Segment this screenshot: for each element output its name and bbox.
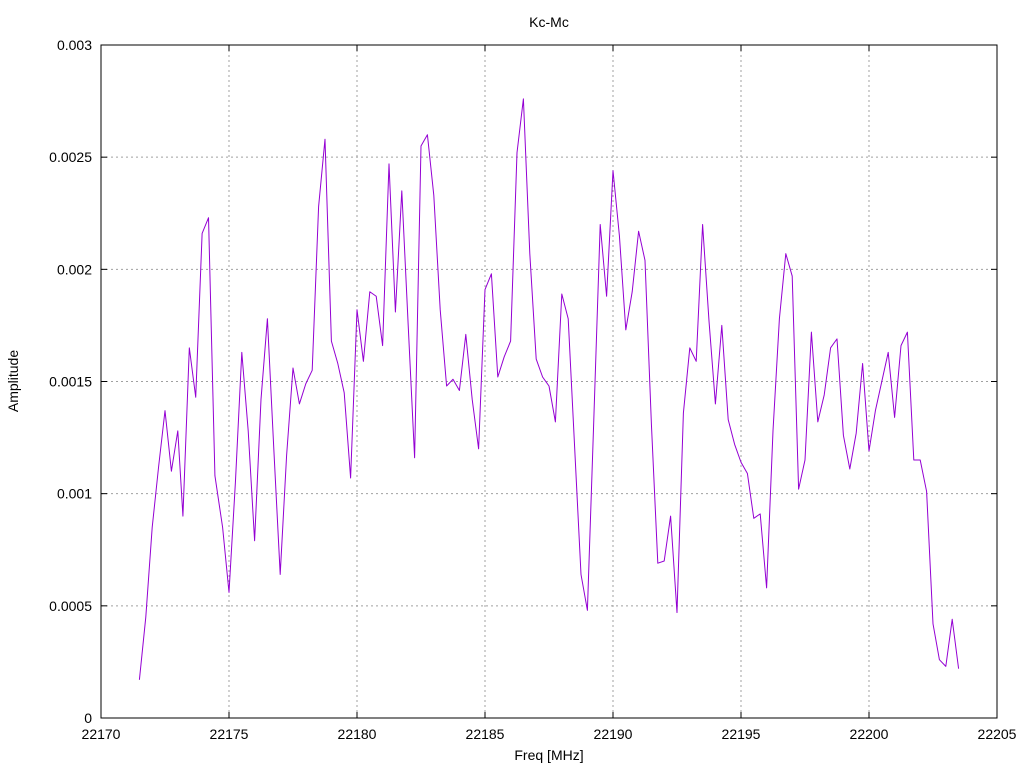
- x-tick-label: 22180: [338, 726, 377, 742]
- y-tick-label: 0: [84, 710, 92, 726]
- series-line: [138, 98, 960, 680]
- y-tick-label: 0.0025: [49, 149, 92, 165]
- y-axis-label: Amplitude: [5, 350, 21, 412]
- grid: [101, 45, 997, 718]
- series-layer: [138, 98, 960, 680]
- y-tick-label: 0.0015: [49, 374, 92, 390]
- x-tick-label: 22200: [850, 726, 889, 742]
- x-tick-label: 22185: [466, 726, 505, 742]
- x-tick-label: 22205: [978, 726, 1017, 742]
- x-axis-label: Freq [MHz]: [514, 747, 583, 763]
- y-tick-label: 0.003: [57, 37, 92, 53]
- y-tick-label: 0.0005: [49, 598, 92, 614]
- y-tick-label: 0.001: [57, 486, 92, 502]
- chart-title: Kc-Mc: [529, 14, 569, 30]
- x-tick-label: 22190: [594, 726, 633, 742]
- x-tick-label: 22175: [210, 726, 249, 742]
- x-tick-label: 22170: [82, 726, 121, 742]
- y-tick-label: 0.002: [57, 261, 92, 277]
- line-chart: 22170 22175 22180 22185 22190 22195 22200 22205…: [5, 14, 1017, 763]
- x-tick-label: 22195: [722, 726, 761, 742]
